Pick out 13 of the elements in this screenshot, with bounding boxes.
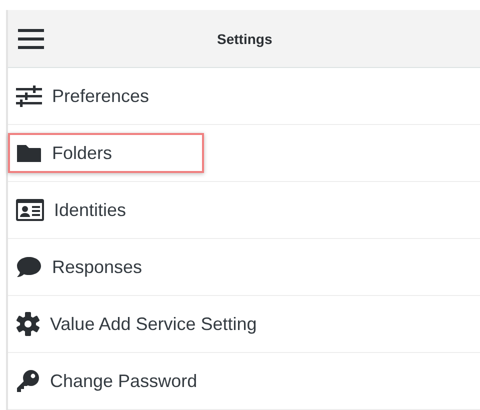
settings-item[interactable]: Folders [8,133,204,173]
settings-item[interactable]: Preferences [8,76,164,116]
item-label: Identities [54,200,126,220]
settings-item[interactable]: Responses [8,247,156,287]
item-label: Change Password [50,370,198,392]
item-label: Folders [52,142,112,164]
item-label: Value Add Service Setting [50,314,257,334]
settings-item[interactable]: Change Password [8,361,212,401]
settings-item[interactable]: Value Add Service Setting [8,304,271,344]
item-label: Preferences [52,86,150,106]
settings-item[interactable]: Identities [8,190,140,230]
item-label: Responses [52,256,142,278]
header-title: Settings [217,30,272,46]
